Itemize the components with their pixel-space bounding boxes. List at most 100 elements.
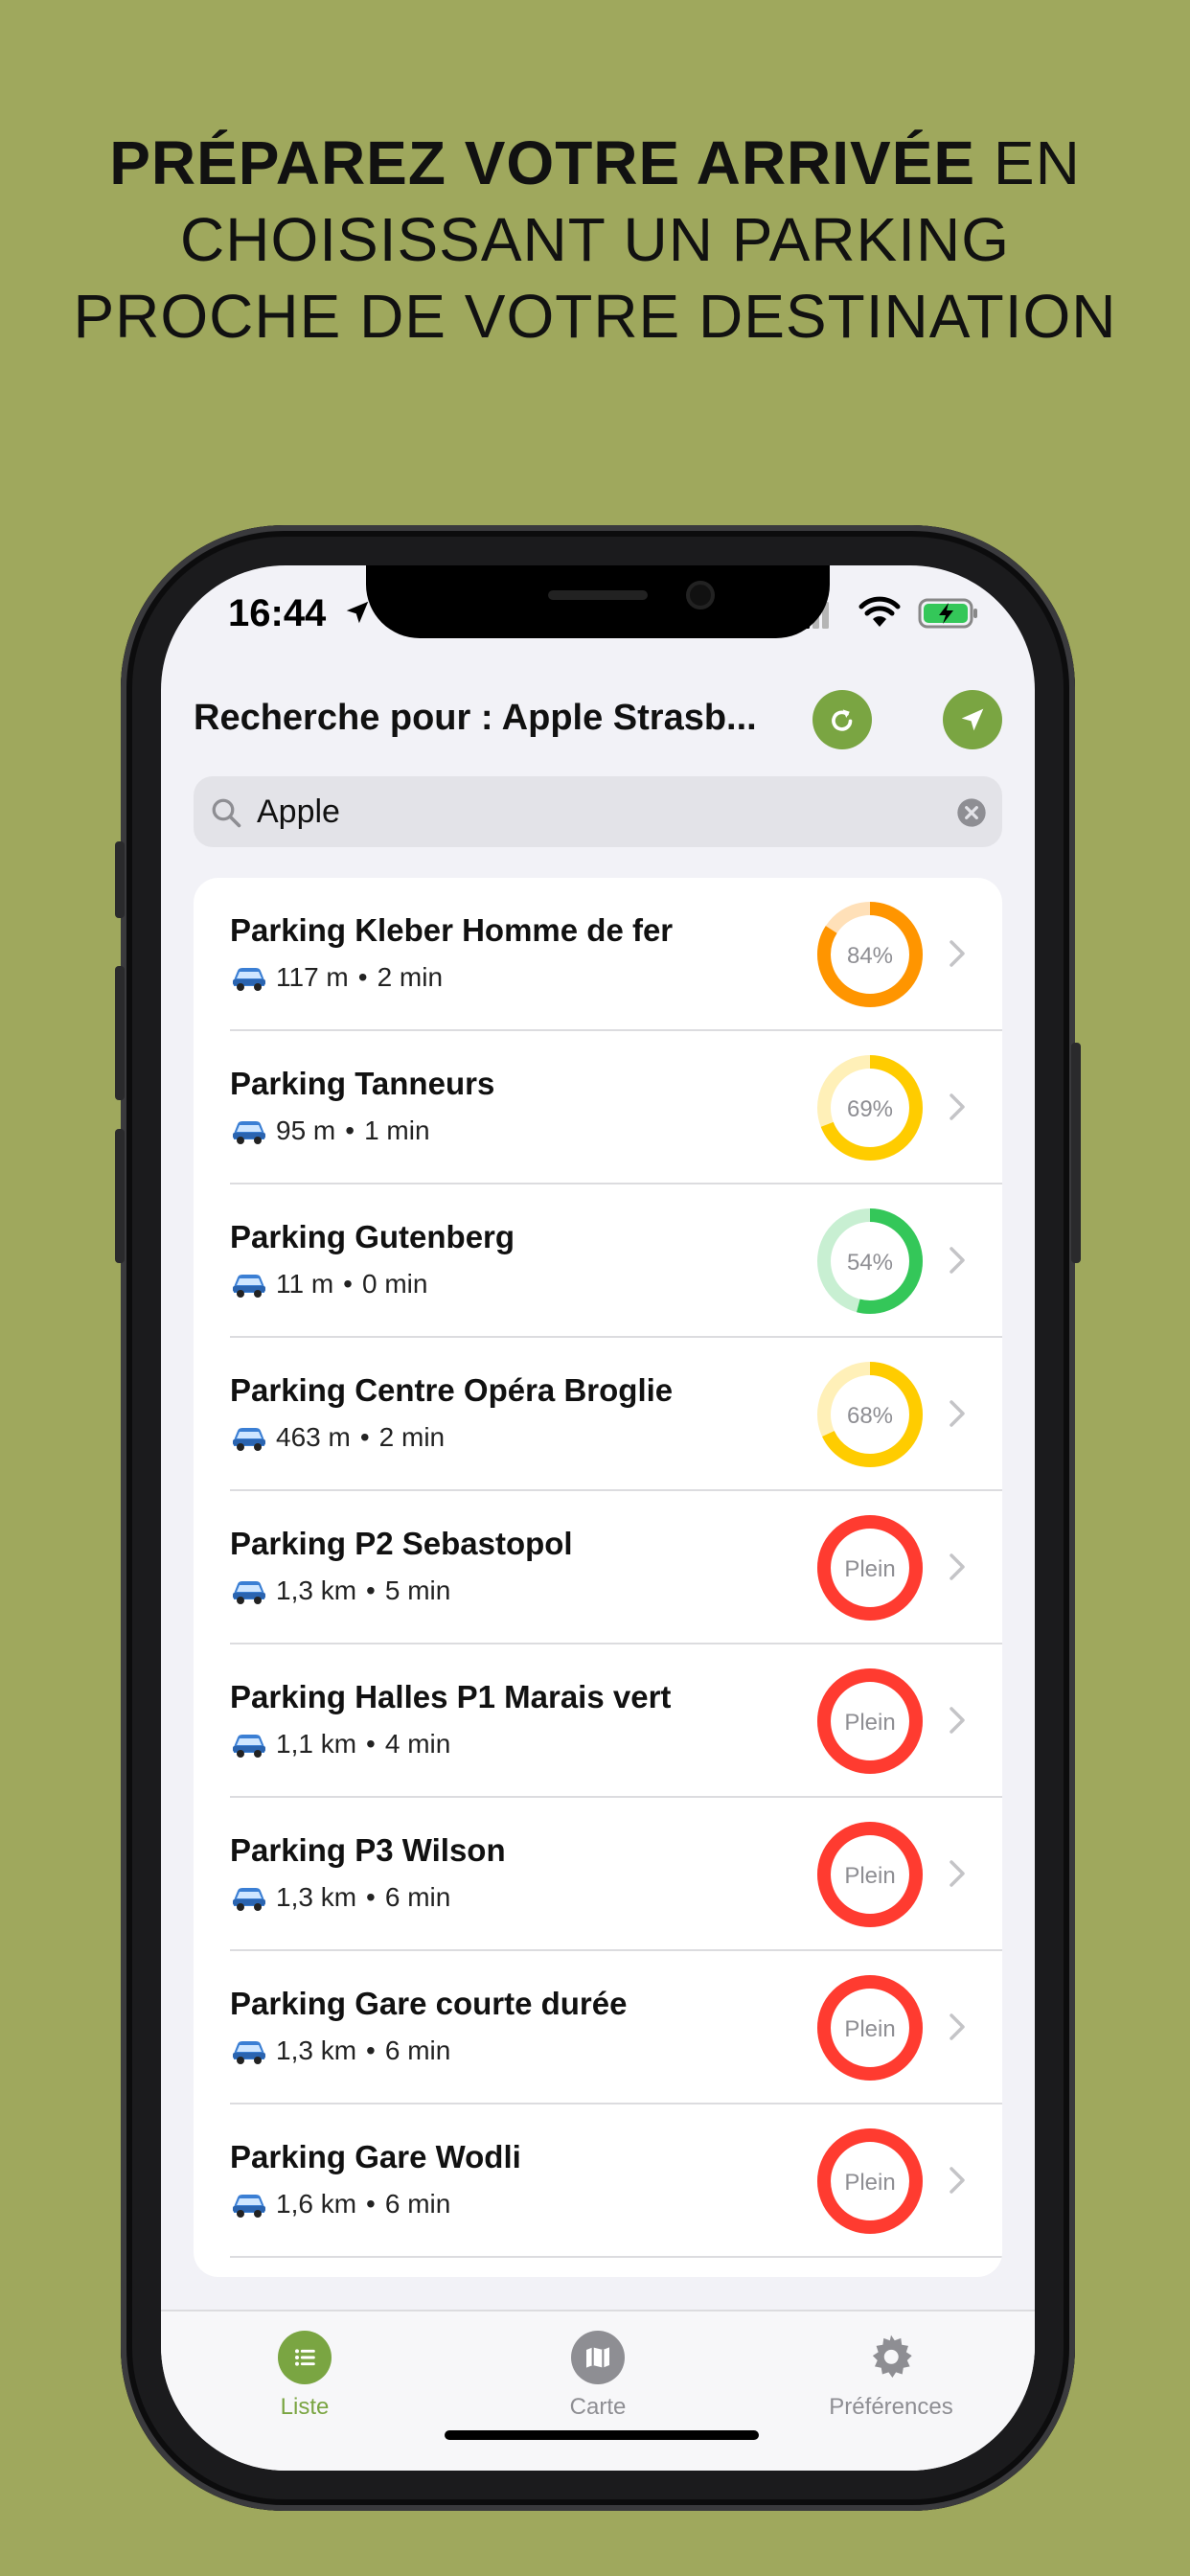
parking-distance: 463 m (276, 1422, 351, 1452)
gear-icon (864, 2331, 918, 2384)
occupancy-gauge: Plein (817, 1822, 923, 1927)
car-icon (233, 968, 265, 991)
parking-distance: 1,3 km (276, 2036, 357, 2065)
chevron-right-icon (950, 1707, 965, 1734)
parking-meta: 1,3 km • 6 min (230, 2036, 450, 2066)
location-arrow-icon (346, 601, 369, 624)
headline-line1-rest: EN (975, 128, 1081, 197)
occupancy-gauge: Plein (817, 1668, 923, 1774)
parking-duration: 1 min (364, 1116, 430, 1145)
parking-name: Parking P2 Sebastopol (230, 1526, 573, 1561)
parking-row[interactable]: Parking Gutenberg 11 m • 0 min 54% (194, 1184, 1002, 1338)
parking-duration: 6 min (384, 1882, 451, 1912)
search-bar[interactable]: Apple (194, 776, 1002, 847)
parking-row[interactable]: Parking P3 Wilson 1,3 km • 6 min Plein (194, 1798, 1002, 1951)
notch (366, 565, 830, 638)
parking-row[interactable]: Parking P2 Sebastopol 1,3 km • 5 min Plein (194, 1491, 1002, 1644)
parking-name: Parking P3 Wilson (230, 1832, 506, 1868)
tab-preferences[interactable]: Préférences (786, 2331, 996, 2421)
occupancy-label: 84% (847, 943, 893, 969)
page-title: Recherche pour : Apple Strasb... (194, 698, 757, 738)
volume-up-button (115, 966, 125, 1100)
list-icon (278, 2331, 332, 2384)
chevron-right-icon (950, 1093, 965, 1120)
parking-duration: 5 min (384, 1576, 451, 1605)
parking-distance: 1,3 km (276, 1882, 357, 1912)
parking-name: Parking Kleber Homme de fer (230, 912, 674, 948)
chevron-right-icon (950, 1553, 965, 1580)
tab-map[interactable]: Carte (492, 2331, 703, 2421)
parking-row[interactable]: Parking Tanneurs 95 m • 1 min 69% (194, 1031, 1002, 1184)
occupancy-gauge: 68% (817, 1362, 923, 1467)
screen: 16:44 Recherche pour : Apple Strasb... A… (161, 565, 1035, 2471)
chevron-right-icon (950, 2013, 965, 2040)
parking-meta: 1,3 km • 6 min (230, 1882, 450, 1913)
parking-duration: 0 min (361, 1269, 428, 1299)
search-input[interactable]: Apple (257, 794, 340, 831)
parking-row[interactable]: Parking Gare Wodli 1,6 km • 6 min Plein (194, 2104, 1002, 2258)
parking-meta: 1,6 km • 6 min (230, 2189, 450, 2220)
occupancy-gauge: Plein (817, 1975, 923, 2081)
meta-separator: • (366, 2036, 376, 2065)
meta-separator: • (359, 1422, 370, 1452)
headline-line2: CHOISISSANT UN PARKING (180, 205, 1010, 274)
parking-distance: 117 m (276, 962, 349, 992)
parking-row-partial[interactable] (194, 2258, 1002, 2277)
volume-down-button (115, 1129, 125, 1263)
occupancy-label: 68% (847, 1403, 893, 1429)
meta-separator: • (366, 1729, 376, 1759)
parking-name: Parking Centre Opéra Broglie (230, 1372, 674, 1408)
parking-duration: 4 min (384, 1729, 451, 1759)
wifi-icon (858, 596, 901, 627)
headline: PRÉPAREZ VOTRE ARRIVÉE EN CHOISISSANT UN… (0, 125, 1190, 355)
occupancy-gauge: Plein (817, 1515, 923, 1621)
speaker-grille (548, 590, 648, 600)
occupancy-label: Plein (844, 1556, 895, 1582)
car-icon (233, 1735, 265, 1758)
parking-duration: 2 min (377, 962, 444, 992)
status-time: 16:44 (228, 592, 327, 634)
tab-list[interactable]: Liste (199, 2331, 410, 2421)
car-icon (233, 1581, 265, 1604)
car-icon (233, 2195, 265, 2218)
parking-row[interactable]: Parking Gare courte durée 1,3 km • 6 min Ple… (194, 1951, 1002, 2104)
parking-distance: 11 m (276, 1269, 334, 1299)
car-icon (233, 1888, 265, 1911)
car-icon (233, 1275, 265, 1298)
car-icon (233, 1428, 265, 1451)
map-icon (571, 2331, 625, 2384)
meta-separator: • (366, 1882, 376, 1912)
occupancy-label: 69% (847, 1096, 893, 1122)
occupancy-gauge: 84% (817, 902, 923, 1007)
refresh-button[interactable] (812, 690, 872, 749)
occupancy-gauge: 54% (817, 1208, 923, 1314)
parking-duration: 6 min (384, 2189, 451, 2219)
parking-name: Parking Halles P1 Marais vert (230, 1679, 672, 1714)
tab-bar: Liste Carte Préférences (161, 2310, 1035, 2471)
parking-row[interactable]: Parking Kleber Homme de fer 117 m • 2 min 84… (194, 878, 1002, 1031)
meta-separator: • (366, 2189, 376, 2219)
parking-list: Parking Kleber Homme de fer 117 m • 2 min 84… (194, 878, 1002, 2277)
nav-header: Recherche pour : Apple Strasb... (194, 690, 1002, 757)
headline-bold: PRÉPAREZ VOTRE ARRIVÉE (109, 128, 976, 197)
chevron-right-icon (950, 1247, 965, 1274)
parking-meta: 463 m • 2 min (230, 1422, 445, 1453)
occupancy-gauge: Plein (817, 2128, 923, 2234)
parking-distance: 1,3 km (276, 1576, 357, 1605)
clear-search-icon[interactable] (956, 797, 987, 828)
location-arrow-icon (961, 708, 984, 731)
parking-name: Parking Tanneurs (230, 1066, 495, 1101)
parking-duration: 6 min (384, 2036, 451, 2065)
home-indicator (445, 2430, 759, 2440)
parking-row[interactable]: Parking Centre Opéra Broglie 463 m • 2 min 6… (194, 1338, 1002, 1491)
parking-duration: 2 min (378, 1422, 446, 1452)
parking-row[interactable]: Parking Halles P1 Marais vert 1,1 km • 4 mi… (194, 1644, 1002, 1798)
locate-button[interactable] (943, 690, 1002, 749)
meta-separator: • (345, 1116, 355, 1145)
battery-charging-icon (918, 598, 977, 629)
parking-meta: 1,1 km • 4 min (230, 1729, 450, 1760)
parking-name: Parking Gare courte durée (230, 1986, 628, 2021)
parking-name: Parking Gare Wodli (230, 2139, 521, 2174)
parking-distance: 1,6 km (276, 2189, 357, 2219)
occupancy-gauge: 69% (817, 1055, 923, 1161)
